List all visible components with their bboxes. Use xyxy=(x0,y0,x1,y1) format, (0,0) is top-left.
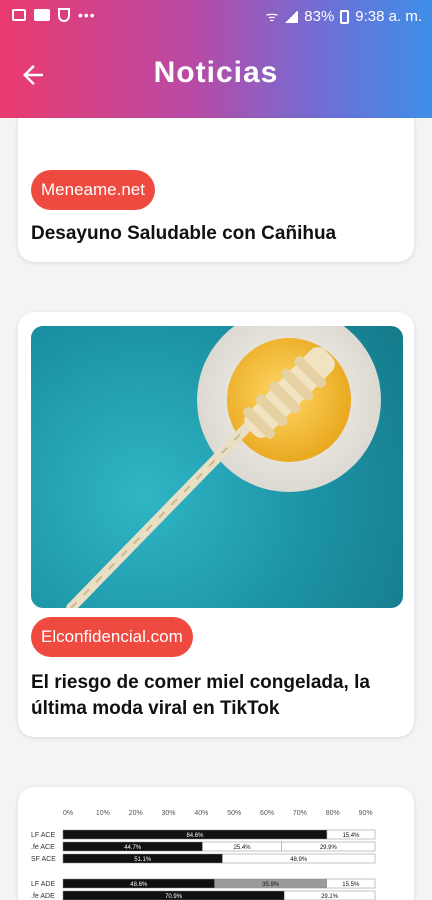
news-image-chart[interactable]: 0% 10% 20% 30% 40% 50% 60% 70% 80% 90% LF ACE 84.6%… xyxy=(31,797,403,900)
chart-segment-label: 84.6% xyxy=(186,833,204,839)
chart-segment-label: 51.1% xyxy=(134,857,152,863)
chart-row-label: LF ACE xyxy=(31,832,55,839)
gallery-icon xyxy=(12,9,26,21)
shield-icon xyxy=(58,8,70,22)
battery-icon xyxy=(340,9,350,24)
chart-segment-label: 29.1% xyxy=(321,894,339,900)
news-headline[interactable]: Desayuno Saludable con Cañihua xyxy=(31,221,400,247)
chart-segment-label: 44.7% xyxy=(124,845,142,851)
wifi-icon: ᯤ xyxy=(265,8,279,24)
chart-tick-label: 10% xyxy=(96,810,110,817)
battery-percent: 83% xyxy=(304,8,335,25)
chart-tick-label: 80% xyxy=(326,810,340,817)
news-card[interactable]: Meneame.net Desayuno Saludable con Cañih… xyxy=(18,118,414,262)
chart-tick-label: 0% xyxy=(63,810,73,817)
chart-segment-label: 15.4% xyxy=(342,833,360,839)
source-badge[interactable]: Meneame.net xyxy=(31,170,155,210)
chart-segment-label: 35.9% xyxy=(262,882,280,888)
news-card[interactable]: Elconfidencial.com El riesgo de comer mi… xyxy=(18,312,414,737)
chart-segment-label: 29.9% xyxy=(320,845,338,851)
news-headline-line1: El riesgo de comer miel congelada, la xyxy=(31,672,370,693)
mail-icon xyxy=(34,9,50,21)
honey-dipper-illustration xyxy=(66,326,381,608)
chart-segment-label: 15.5% xyxy=(342,882,360,888)
app-bar: Noticias xyxy=(0,34,432,118)
chart-row-label: .fe ADE xyxy=(31,893,55,900)
news-headline[interactable]: El riesgo de comer miel congelada, la úl… xyxy=(31,670,400,722)
chart-tick-label: 50% xyxy=(227,810,241,817)
chart-row-label: SF ACE xyxy=(31,856,56,863)
clock: 9:38 a. m. xyxy=(355,8,422,25)
chart-tick-label: 90% xyxy=(359,810,373,817)
news-image[interactable] xyxy=(31,326,403,608)
signal-icon xyxy=(284,10,299,23)
status-bar: ••• ᯤ 83% 9:38 a. m. xyxy=(0,0,432,34)
chart-row-label: .fe ACE xyxy=(31,844,55,851)
chart-tick-label: 30% xyxy=(162,810,176,817)
page-title: Noticias xyxy=(153,56,279,89)
chart-row-label: LF ADE xyxy=(31,881,55,888)
more-notifications-icon: ••• xyxy=(78,7,96,23)
chart-segment-label: 48.6% xyxy=(130,882,148,888)
source-badge[interactable]: Elconfidencial.com xyxy=(31,617,193,657)
chart-segment-label: 25.4% xyxy=(234,845,252,851)
news-headline-line2: última moda viral en TikTok xyxy=(31,698,280,719)
chart-tick-label: 70% xyxy=(293,810,307,817)
chart-tick-label: 60% xyxy=(260,810,274,817)
chart-tick-label: 40% xyxy=(194,810,208,817)
news-card[interactable]: 0% 10% 20% 30% 40% 50% 60% 70% 80% 90% LF ACE 84.6%… xyxy=(18,787,414,900)
chart-segment-label: 70.9% xyxy=(165,894,183,900)
chart-tick-label: 20% xyxy=(129,810,143,817)
chart-segment-label: 48.9% xyxy=(290,857,308,863)
